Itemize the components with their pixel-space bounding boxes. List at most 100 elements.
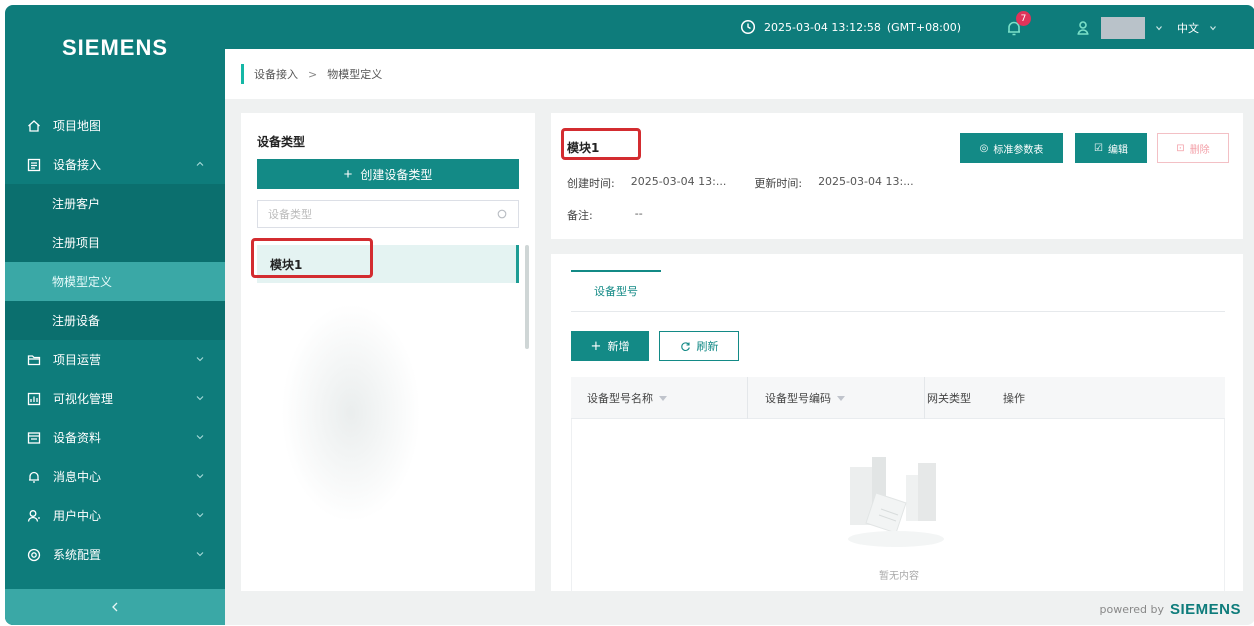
column-label: 设备型号编码 — [765, 392, 831, 405]
sidebar-item-visual-mgmt[interactable]: 可视化管理 — [5, 379, 225, 418]
sidebar-item-message-center[interactable]: 消息中心 — [5, 457, 225, 496]
chevron-left-icon — [112, 602, 118, 612]
siemens-footer-logo: SIEMENS — [1169, 601, 1241, 618]
chevron-down-icon — [196, 435, 204, 440]
user-icon — [27, 509, 41, 523]
search-input[interactable] — [268, 207, 497, 221]
column-header-model-name[interactable]: 设备型号名称 — [587, 377, 667, 419]
language-label: 中文 — [1177, 22, 1199, 35]
chevron-down-icon — [196, 474, 204, 479]
edit-button[interactable]: ☑ 编辑 — [1075, 133, 1147, 163]
filter-icon[interactable] — [659, 395, 667, 401]
delete-button[interactable]: ⊡ 删除 — [1157, 133, 1229, 163]
scrollbar[interactable] — [525, 245, 529, 349]
column-label: 设备型号名称 — [587, 392, 653, 405]
folder-icon — [27, 353, 41, 367]
chevron-down-icon — [1156, 26, 1162, 31]
refresh-icon — [680, 341, 690, 351]
column-divider — [924, 377, 925, 419]
powered-by: powered by SIEMENS — [1099, 601, 1241, 618]
sidebar-item-label: 项目运营 — [53, 353, 102, 367]
created-label: 创建时间: — [567, 177, 615, 190]
sidebar-item-device-access[interactable]: 设备接入 — [5, 145, 225, 184]
sidebar-item-label: 消息中心 — [53, 470, 102, 484]
device-model-panel: 设备型号 + 新增 刷新 设备型号名称 设备型号编码 网关类型 操作 暂无内容 — [551, 254, 1243, 591]
filter-icon[interactable] — [837, 395, 845, 401]
chevron-down-icon — [196, 552, 204, 557]
breadcrumb-separator: > — [308, 67, 318, 81]
button-label: 删除 — [1189, 144, 1210, 156]
chevron-up-icon — [196, 161, 204, 166]
standard-params-button[interactable]: ◎ 标准参数表 — [960, 133, 1063, 163]
device-access-icon — [27, 158, 41, 172]
user-menu[interactable] — [1075, 17, 1163, 39]
sidebar-item-system-config[interactable]: 系统配置 — [5, 535, 225, 574]
timezone-label: (GMT+08:00) — [886, 20, 962, 34]
sidebar-sub-register-device[interactable]: 注册设备 — [5, 301, 225, 340]
bell-icon — [27, 470, 41, 484]
breadcrumb-item-device-access[interactable]: 设备接入 — [254, 66, 298, 82]
sidebar-sub-thing-model[interactable]: 物模型定义 — [5, 262, 225, 301]
sidebar-item-project-map[interactable]: 项目地图 — [5, 106, 225, 145]
device-type-panel: 设备类型 + 创建设备类型 模块1 — [241, 113, 535, 591]
notification-button[interactable]: 7 — [1005, 11, 1031, 38]
sidebar-sub-register-customer[interactable]: 注册客户 — [5, 184, 225, 223]
device-type-item[interactable]: 模块1 — [257, 245, 519, 283]
chevron-down-icon — [196, 513, 204, 518]
sidebar-item-label: 项目地图 — [53, 119, 102, 133]
home-icon — [27, 119, 41, 133]
button-label: 标准参数表 — [993, 144, 1044, 156]
device-type-search — [257, 200, 519, 228]
sidebar-item-label: 设备接入 — [53, 158, 102, 172]
button-label: 编辑 — [1107, 144, 1128, 156]
edit-icon: ☑ — [1094, 142, 1103, 154]
chevron-down-icon — [196, 357, 204, 362]
sidebar-item-project-ops[interactable]: 项目运营 — [5, 340, 225, 379]
current-datetime: 2025-03-04 13:12:58 — [764, 20, 881, 34]
column-header-model-code[interactable]: 设备型号编码 — [765, 377, 845, 419]
sidebar-collapse-button[interactable] — [5, 589, 225, 625]
sidebar-sub-register-project[interactable]: 注册项目 — [5, 223, 225, 262]
clock-icon — [740, 19, 756, 35]
document-icon — [27, 431, 41, 445]
sidebar-item-label: 可视化管理 — [53, 392, 114, 406]
sidebar-item-label: 用户中心 — [53, 509, 102, 523]
top-bar: 2025-03-04 13:12:58 (GMT+08:00) 7 中文 — [225, 5, 1254, 49]
sidebar-item-device-docs[interactable]: 设备资料 — [5, 418, 225, 457]
chevron-down-icon — [196, 396, 204, 401]
table-header: 设备型号名称 设备型号编码 网关类型 操作 — [571, 377, 1225, 419]
chart-icon — [27, 392, 41, 406]
siemens-logo: SIEMENS — [61, 35, 169, 60]
notification-badge: 7 — [1016, 11, 1031, 26]
sidebar-nav: 项目地图 设备接入 注册客户 注册项目 物模型定义 注册设备 项目运营 可视化管… — [5, 106, 225, 574]
button-label: 新增 — [607, 340, 630, 353]
sidebar-item-user-center[interactable]: 用户中心 — [5, 496, 225, 535]
breadcrumb-marker — [241, 64, 244, 84]
settings-icon: ◎ — [979, 142, 989, 154]
button-label: 刷新 — [696, 340, 719, 353]
sidebar-item-label: 系统配置 — [53, 548, 102, 562]
table-body: 暂无内容 — [571, 419, 1225, 591]
timestamps-row: 创建时间: 2025-03-04 13:... 更新时间: 2025-03-04… — [567, 175, 914, 191]
sidebar-item-label: 设备资料 — [53, 431, 102, 445]
powered-by-label: powered by — [1099, 603, 1164, 616]
language-selector[interactable]: 中文 — [1177, 20, 1217, 36]
refresh-button[interactable]: 刷新 — [659, 331, 739, 361]
settings-icon — [27, 548, 41, 562]
app-window: SIEMENS 项目地图 设备接入 注册客户 注册项目 物模型定义 注册设备 项… — [5, 5, 1254, 625]
plus-icon: + — [590, 338, 602, 354]
datetime-display: 2025-03-04 13:12:58 (GMT+08:00) — [740, 19, 961, 35]
device-type-info: 模块1 ◎ 标准参数表 ☑ 编辑 ⊡ 删除 创建时间: 2025-03-04 1… — [551, 113, 1243, 239]
note-row: 备注: -- — [567, 207, 643, 223]
breadcrumb: 设备接入 > 物模型定义 — [225, 49, 1254, 99]
column-divider — [747, 377, 748, 419]
tab-device-model[interactable]: 设备型号 — [571, 270, 661, 310]
search-icon[interactable] — [497, 209, 508, 220]
user-icon — [1077, 21, 1089, 35]
empty-state-text: 暂无内容 — [879, 571, 919, 582]
empty-state-icon — [848, 457, 944, 547]
breadcrumb-item-current: 物模型定义 — [327, 68, 383, 81]
add-button[interactable]: + 新增 — [571, 331, 649, 361]
trash-icon: ⊡ — [1176, 142, 1185, 154]
create-device-type-button[interactable]: + 创建设备类型 — [257, 159, 519, 189]
